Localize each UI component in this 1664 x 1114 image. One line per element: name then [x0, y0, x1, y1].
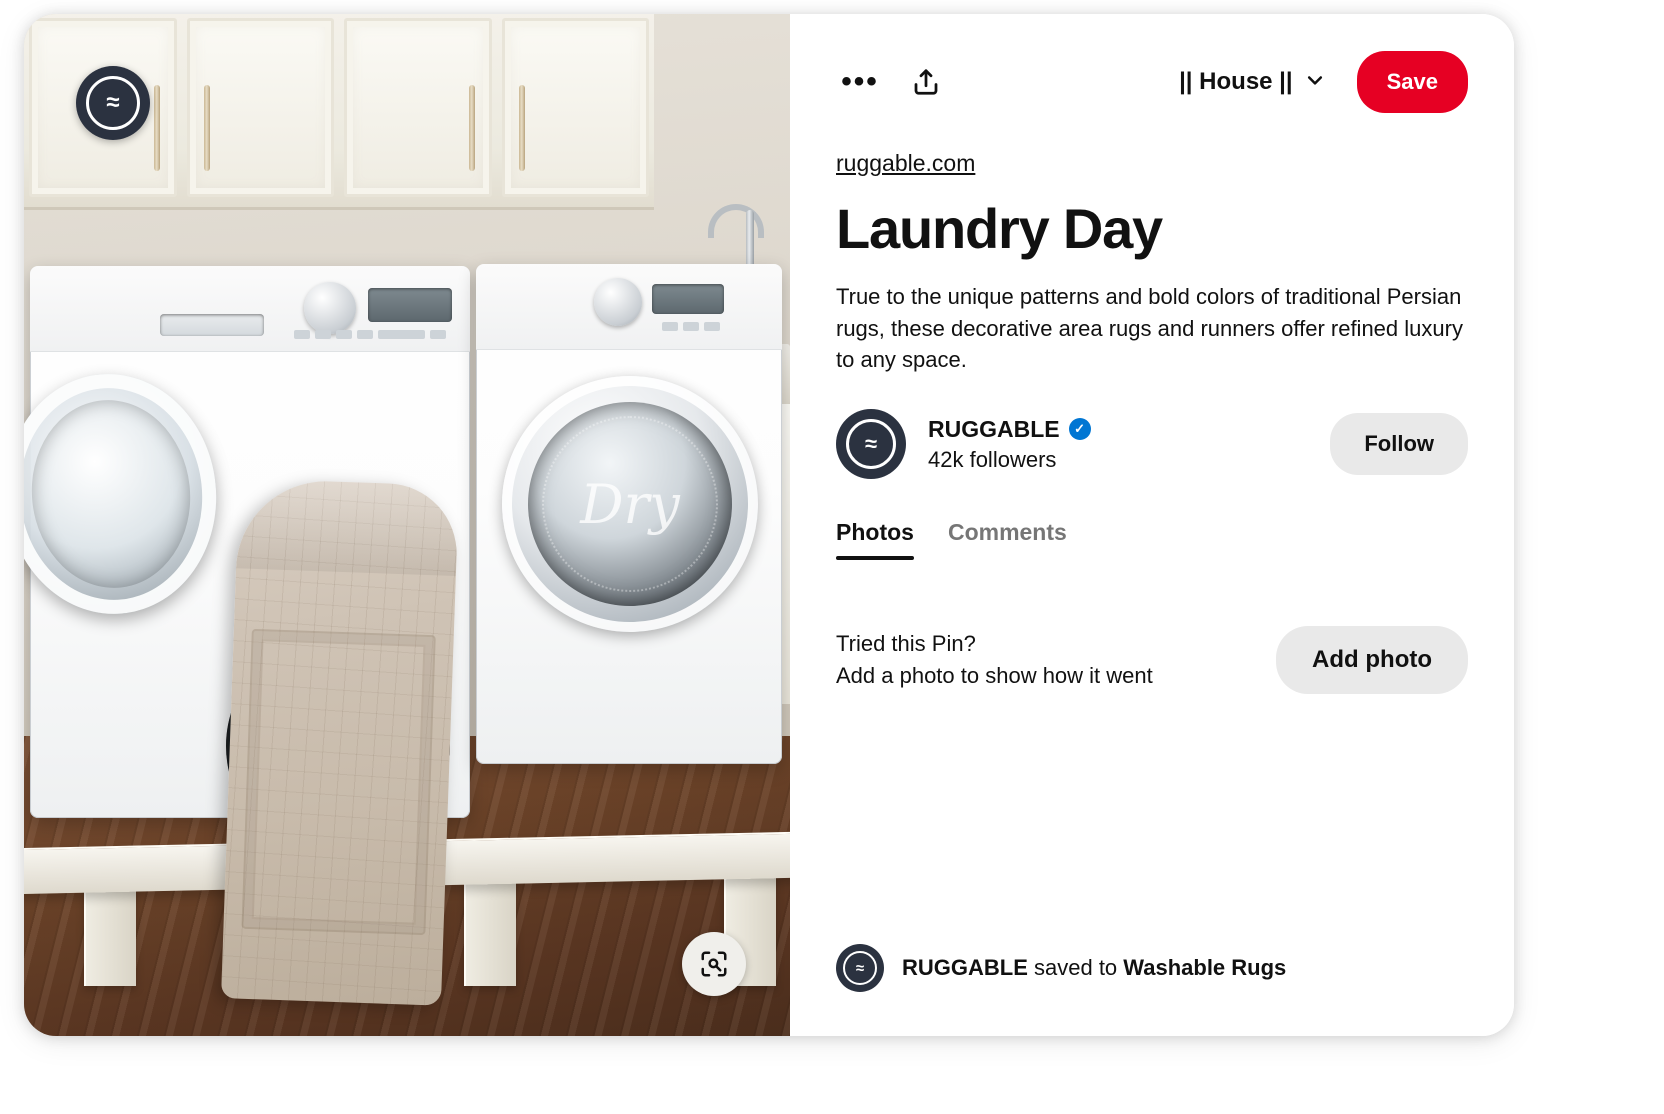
- pin-title: Laundry Day: [836, 197, 1163, 260]
- washer-control-panel: [30, 266, 470, 352]
- chevron-down-icon: [1305, 70, 1325, 95]
- pin-detail-pane: ••• || House || Save ruggable.com Laundr…: [790, 14, 1514, 1036]
- follower-count: 42k followers: [928, 446, 1057, 472]
- tried-this-subtext: Add a photo to show how it went: [836, 663, 1153, 689]
- source-link[interactable]: ruggable.com: [836, 150, 975, 177]
- tab-photos[interactable]: Photos: [836, 519, 914, 561]
- pin-tabs: Photos Comments: [836, 519, 1468, 561]
- visual-search-icon[interactable]: [682, 932, 746, 996]
- tried-this-text: Tried this Pin? Add a photo to show how …: [836, 628, 1153, 692]
- pin-image[interactable]: Dry ≈: [24, 14, 790, 1036]
- add-photo-button[interactable]: Add photo: [1276, 626, 1468, 695]
- save-button[interactable]: Save: [1356, 51, 1468, 113]
- saved-to-board[interactable]: Washable Rugs: [1123, 955, 1286, 980]
- more-options-icon[interactable]: •••: [836, 58, 884, 106]
- verified-badge-icon: ✓: [1068, 418, 1091, 441]
- saved-to-row: ≈ RUGGABLE saved to Washable Rugs: [836, 944, 1468, 1036]
- ruggable-wave-logo-icon: ≈: [76, 66, 150, 140]
- dryer-door: Dry: [502, 376, 758, 632]
- ruggable-wave-logo-icon: ≈: [846, 419, 896, 470]
- dryer-control-panel: [476, 264, 782, 350]
- pin-description: True to the unique patterns and bold col…: [836, 284, 1463, 372]
- saver-name[interactable]: RUGGABLE: [902, 955, 1028, 980]
- saved-to-text: RUGGABLE saved to Washable Rugs: [902, 955, 1286, 981]
- creator-avatar[interactable]: ≈: [836, 409, 906, 480]
- creator-name[interactable]: RUGGABLE: [928, 416, 1060, 443]
- board-selector[interactable]: || House ||: [1175, 62, 1329, 102]
- tab-comments[interactable]: Comments: [948, 519, 1067, 560]
- creator-row: ≈ RUGGABLE ✓ 42k followers Follow: [836, 409, 1468, 480]
- share-icon[interactable]: [902, 58, 950, 106]
- pin-closeup-card: Dry ≈ ••• || House || Save ruggable.com …: [24, 14, 1514, 1036]
- creator-meta: RUGGABLE ✓ 42k followers: [928, 416, 1308, 473]
- dryer-door-text: Dry: [580, 472, 680, 536]
- tried-this-pin-section: Tried this Pin? Add a photo to show how …: [836, 626, 1468, 695]
- more-options-label: •••: [841, 65, 879, 98]
- tried-this-heading: Tried this Pin?: [836, 631, 976, 657]
- saver-avatar[interactable]: ≈: [836, 944, 884, 992]
- pin-action-bar: ••• || House || Save: [836, 14, 1468, 150]
- dryer: Dry: [476, 264, 782, 764]
- saved-to-middle: saved to: [1027, 955, 1124, 980]
- follow-button[interactable]: Follow: [1330, 413, 1468, 476]
- ruggable-wave-logo-icon: ≈: [843, 951, 877, 985]
- board-name: || House ||: [1179, 68, 1293, 95]
- rug-laundry-bag: [220, 478, 460, 1006]
